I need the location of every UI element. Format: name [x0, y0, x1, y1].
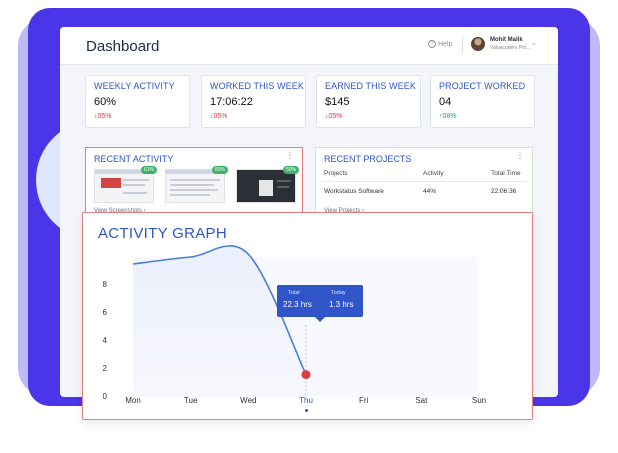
stat-change: ↓05%: [210, 113, 228, 120]
x-tick-label[interactable]: Sat: [415, 396, 427, 405]
active-day-indicator: [304, 409, 308, 412]
stat-label: WEEKLY ACTIVITY: [94, 81, 175, 91]
tooltip-label-total: Total: [288, 290, 300, 296]
help-label: Help: [438, 40, 453, 48]
stat-card-weekly-activity: WEEKLY ACTIVITY 60% ↓05%: [85, 75, 190, 128]
x-tick-label[interactable]: Sun: [472, 396, 486, 405]
stat-change: ↓05%: [325, 113, 343, 120]
chart-tooltip: Total Today 22.3 hrs 1.3 hrs: [277, 285, 363, 322]
activity-graph-card: ACTIVITY GRAPH 02468 Mon Tue Wed Thu Fri Sat S…: [82, 212, 533, 420]
activity-chart: [132, 245, 479, 397]
data-point-marker: [301, 370, 311, 380]
user-org: Valuecoders Pvt...: [490, 45, 531, 51]
stat-change: ↓05%: [94, 113, 112, 120]
x-tick-label[interactable]: Thu: [299, 396, 313, 405]
project-total-time: 22:06:36: [491, 188, 517, 195]
more-options-icon[interactable]: ⋮: [516, 151, 524, 160]
divider: [462, 37, 463, 53]
x-tick-label[interactable]: Tue: [184, 396, 198, 405]
avatar[interactable]: [471, 37, 485, 51]
stat-card-earned-this-week: EARNED THIS WEEK $145 ↓05%: [316, 75, 421, 128]
chevron-down-icon[interactable]: ⌄: [531, 39, 537, 47]
x-tick-label[interactable]: Wed: [240, 396, 256, 405]
x-tick-label[interactable]: Mon: [125, 396, 141, 405]
panel-title: RECENT ACTIVITY: [94, 154, 174, 164]
y-tick-label: 8: [102, 280, 107, 289]
stat-value: $145: [325, 96, 350, 108]
stat-card-project-worked: PROJECT WORKED 04 ↑08%: [430, 75, 535, 128]
stat-label: PROJECT WORKED: [439, 81, 526, 91]
tooltip-value-today: 1.3 hrs: [329, 300, 354, 309]
y-tick-label: 4: [102, 336, 107, 345]
project-activity: 44%: [423, 188, 437, 195]
page-title: Dashboard: [86, 38, 160, 55]
stat-value: 17:06:22: [210, 96, 253, 108]
stat-value: 04: [439, 96, 452, 108]
stat-change: ↑08%: [439, 113, 457, 120]
y-tick-label: 6: [102, 308, 107, 317]
screenshot-thumbnail[interactable]: [165, 169, 225, 203]
panel-title: RECENT PROJECTS: [324, 154, 412, 164]
stat-label: EARNED THIS WEEK: [325, 81, 416, 91]
stat-card-worked-this-week: WORKED THIS WEEK 17:06:22 ↓05%: [201, 75, 306, 128]
x-tick-label[interactable]: Fri: [359, 396, 368, 405]
top-bar: Dashboard ? Help Mohit Malik Valuecoders …: [60, 27, 558, 65]
more-options-icon[interactable]: ⋮: [286, 151, 294, 160]
y-tick-label: 0: [102, 392, 107, 401]
tooltip-label-today: Today: [331, 290, 346, 296]
user-name[interactable]: Mohit Malik: [490, 37, 523, 43]
divider: [322, 181, 527, 182]
activity-percent-badge: 61%: [141, 166, 158, 174]
tooltip-value-total: 22.3 hrs: [283, 300, 312, 309]
activity-percent-badge: 50%: [283, 166, 300, 174]
project-name[interactable]: Workstatus Software: [324, 188, 384, 195]
help-link[interactable]: ? Help: [428, 40, 452, 48]
stat-label: WORKED THIS WEEK: [210, 81, 304, 91]
column-header: Activity: [423, 170, 444, 177]
screenshot-thumbnail[interactable]: [94, 169, 154, 203]
activity-percent-badge: 80%: [212, 166, 229, 174]
help-icon: ?: [428, 40, 436, 48]
y-tick-label: 2: [102, 364, 107, 373]
stat-value: 60%: [94, 96, 117, 108]
column-header: Projects: [324, 170, 348, 177]
screenshot-thumbnail[interactable]: [236, 169, 296, 203]
column-header: Total Time: [491, 170, 521, 177]
